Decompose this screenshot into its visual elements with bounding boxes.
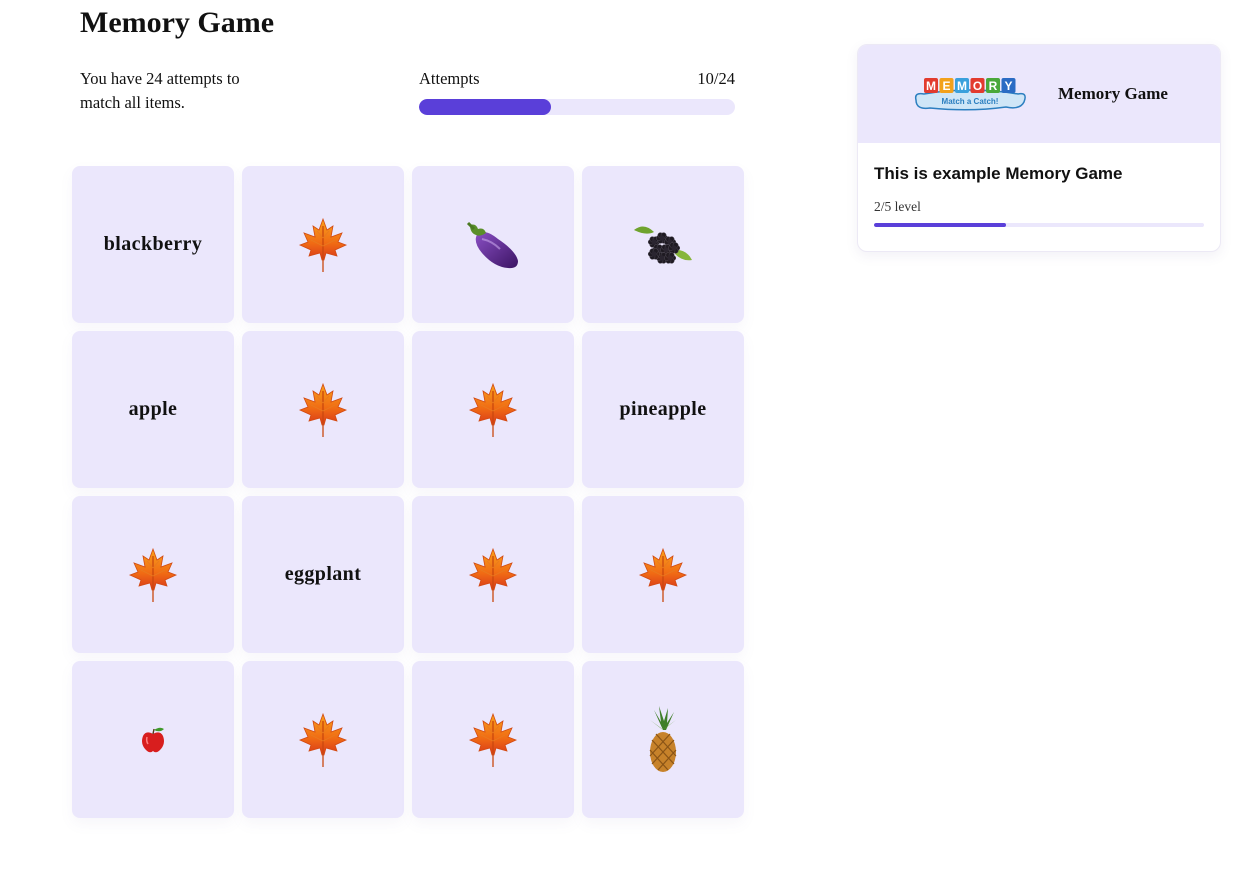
level-progress-fill: [874, 223, 1006, 227]
maple-leaf-icon: [467, 711, 519, 769]
maple-leaf-icon: [127, 546, 179, 604]
info-card-title: Memory Game: [1058, 84, 1168, 103]
game-info-card: MEMORY Match a Catch! Memory Game This i…: [857, 44, 1221, 252]
memory-card[interactable]: eggplant: [242, 496, 404, 653]
memory-card[interactable]: [412, 661, 574, 818]
logo-tagline: Match a Catch!: [942, 97, 999, 106]
level-progress-bar: [874, 223, 1204, 227]
memory-card[interactable]: [242, 661, 404, 818]
svg-text:O: O: [973, 79, 982, 93]
maple-leaf-icon: [297, 216, 349, 274]
svg-text:R: R: [989, 79, 998, 93]
card-label: blackberry: [103, 233, 203, 255]
blackberry-icon: [632, 220, 694, 270]
memory-card[interactable]: [412, 166, 574, 323]
maple-leaf-icon: [467, 546, 519, 604]
card-label: eggplant: [284, 563, 362, 585]
level-indicator: 2/5 level: [874, 199, 921, 214]
eggplant-icon: [464, 219, 522, 271]
card-label: pineapple: [619, 398, 707, 420]
svg-text:M: M: [926, 79, 936, 93]
memory-logo: MEMORY Match a Catch!: [910, 74, 1030, 114]
attempts-progress-fill: [419, 99, 551, 115]
info-card-header: MEMORY Match a Catch! Memory Game: [858, 45, 1220, 143]
memory-card[interactable]: pineapple: [582, 331, 744, 488]
attempts-progress-bar: [419, 99, 735, 115]
memory-card[interactable]: [242, 166, 404, 323]
page-title: Memory Game: [80, 6, 275, 39]
memory-card[interactable]: [582, 496, 744, 653]
instructions-text: You have 24 attempts to match all items.: [80, 69, 240, 112]
memory-card[interactable]: [242, 331, 404, 488]
memory-card[interactable]: [582, 661, 744, 818]
maple-leaf-icon: [297, 381, 349, 439]
memory-card[interactable]: [412, 496, 574, 653]
svg-text:M: M: [957, 79, 967, 93]
svg-text:Y: Y: [1004, 79, 1012, 93]
game-description: This is example Memory Game: [874, 164, 1123, 183]
memory-card[interactable]: [72, 496, 234, 653]
maple-leaf-icon: [637, 546, 689, 604]
game-board: blackberry apple pineapple eggplant: [72, 166, 744, 818]
pineapple-icon: [646, 705, 680, 774]
maple-leaf-icon: [297, 711, 349, 769]
memory-card[interactable]: [412, 331, 574, 488]
memory-card[interactable]: [72, 661, 234, 818]
memory-card[interactable]: blackberry: [72, 166, 234, 323]
attempts-panel: Attempts 10/24: [419, 67, 735, 115]
memory-card[interactable]: [582, 166, 744, 323]
maple-leaf-icon: [467, 381, 519, 439]
svg-text:E: E: [942, 79, 950, 93]
attempts-label: Attempts: [419, 69, 480, 88]
attempts-counter: 10/24: [697, 69, 735, 88]
apple-icon: [140, 726, 166, 754]
card-label: apple: [128, 398, 178, 420]
memory-card[interactable]: apple: [72, 331, 234, 488]
